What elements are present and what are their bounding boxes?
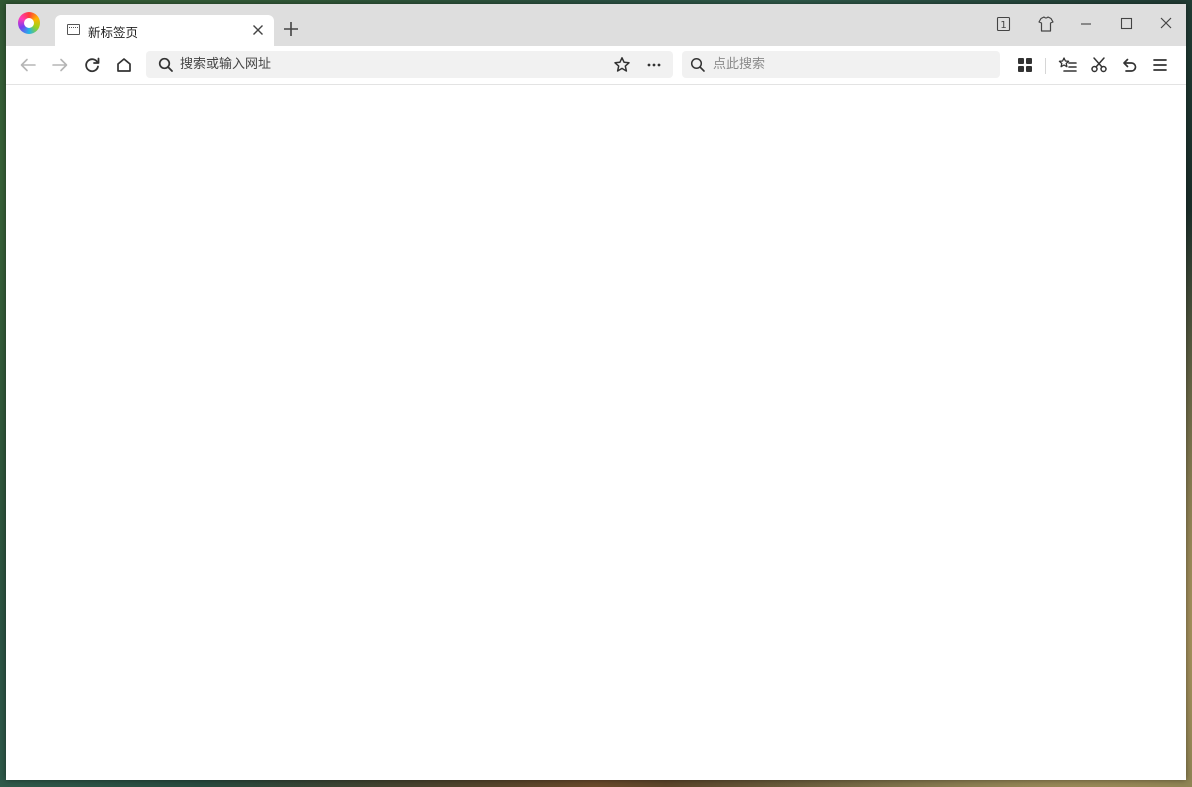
toolbar-divider [1045,58,1046,74]
address-input[interactable] [180,51,600,78]
minimize-icon [1081,23,1091,25]
tab-title: 新标签页 [88,25,139,40]
back-button[interactable] [17,54,39,76]
close-icon [1160,17,1172,29]
maximize-icon [1120,17,1133,30]
undo-icon[interactable] [1119,55,1139,75]
skin-button[interactable] [1031,10,1061,38]
home-button[interactable] [113,54,135,76]
tab-new-tab[interactable]: 新标签页 [55,15,274,46]
scissors-icon[interactable] [1089,55,1109,75]
arrow-right-icon [52,58,68,72]
new-tab-button[interactable] [280,18,302,40]
search-box[interactable] [682,51,1000,78]
more-ellipsis-icon[interactable] [644,55,664,75]
tab-count-button[interactable]: 1 [989,10,1019,38]
hamburger-menu-icon[interactable] [1150,55,1170,75]
favorites-list-icon[interactable] [1058,55,1078,75]
arrow-left-icon [20,58,36,72]
search-icon [690,57,705,72]
maximize-button[interactable] [1111,10,1141,38]
navigation-toolbar [6,46,1186,85]
forward-button[interactable] [49,54,71,76]
apps-grid-icon[interactable] [1015,55,1035,75]
refresh-icon [85,57,100,73]
search-input[interactable] [713,51,993,78]
browser-logo-icon[interactable] [18,12,40,34]
browser-window: 新标签页 1 [6,4,1186,780]
search-icon [158,57,173,72]
home-icon [117,58,131,72]
page-content-area[interactable] [6,85,1186,780]
minimize-button[interactable] [1071,10,1101,38]
address-bar[interactable] [146,51,673,78]
bookmark-star-icon[interactable] [612,55,632,75]
tab-count-text: 1 [1000,20,1006,31]
tab-close-icon[interactable] [251,20,265,40]
refresh-button[interactable] [81,54,103,76]
newtab-page-icon [67,24,80,35]
tshirt-icon [1038,16,1054,32]
title-bar: 新标签页 1 [6,4,1186,46]
close-window-button[interactable] [1151,10,1181,38]
